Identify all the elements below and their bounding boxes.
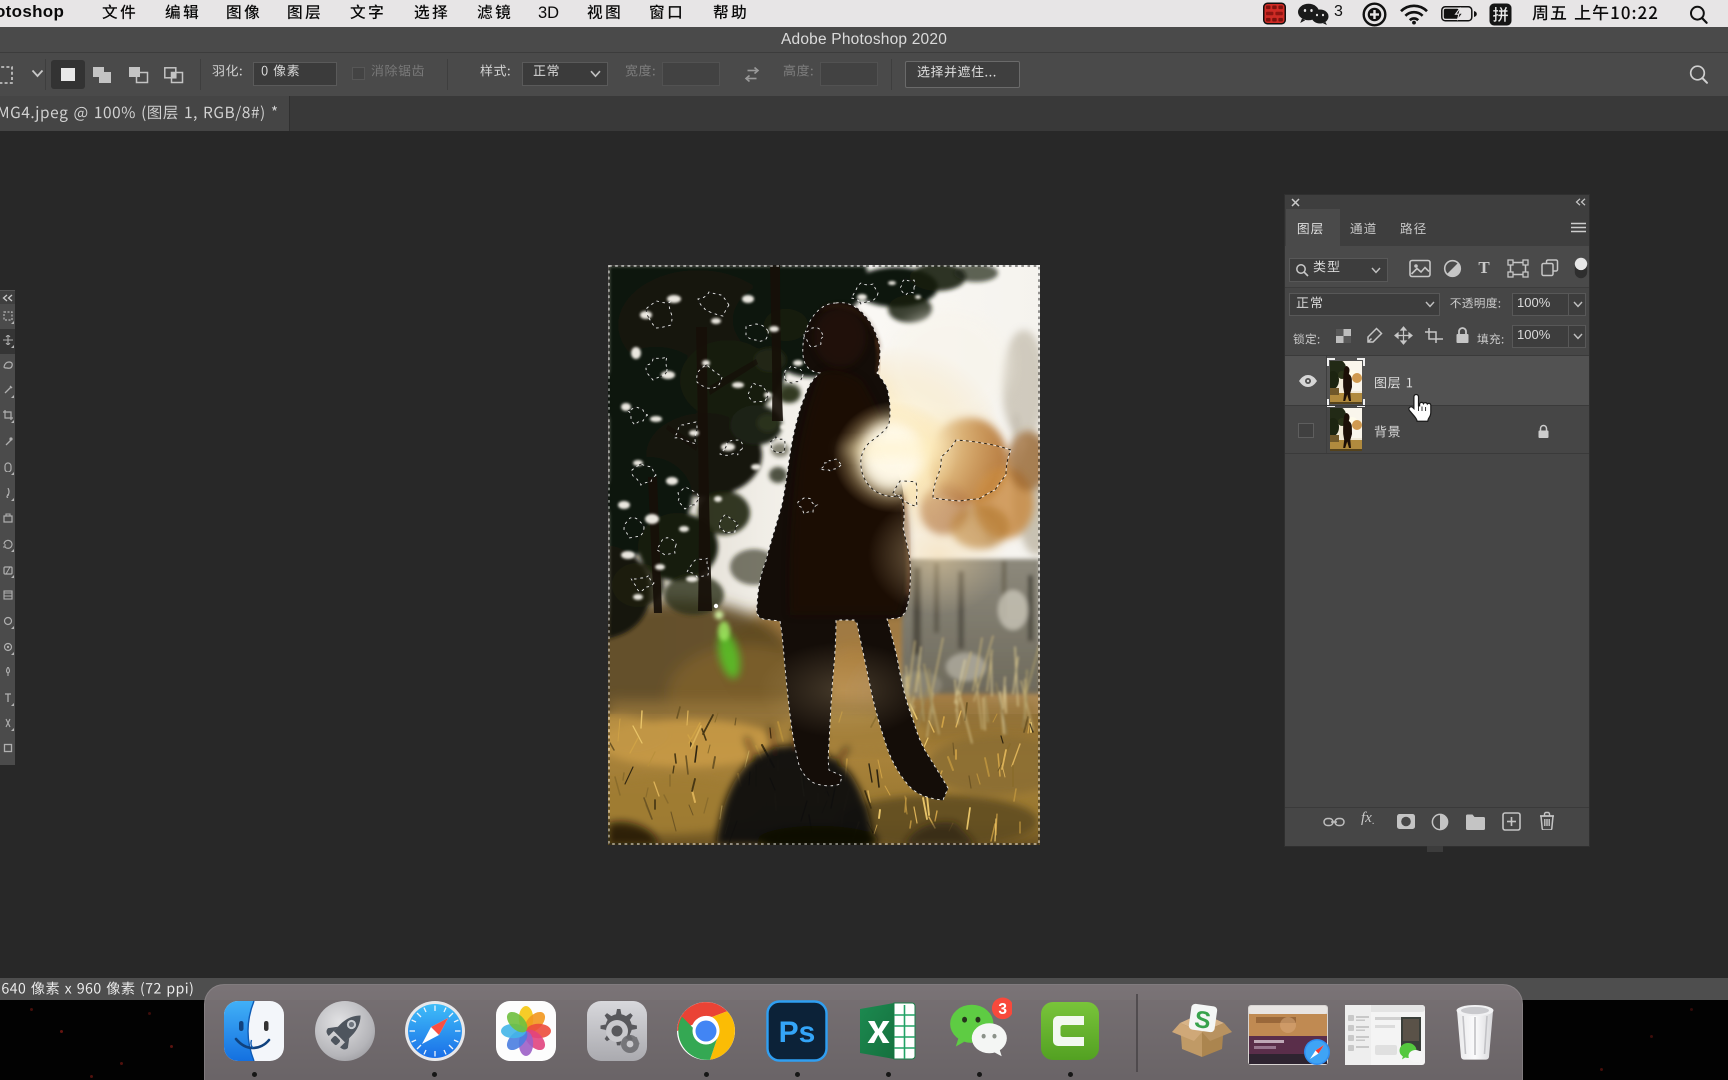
svg-text:Ps: Ps <box>779 1016 816 1049</box>
svg-text:3: 3 <box>998 1001 1007 1018</box>
